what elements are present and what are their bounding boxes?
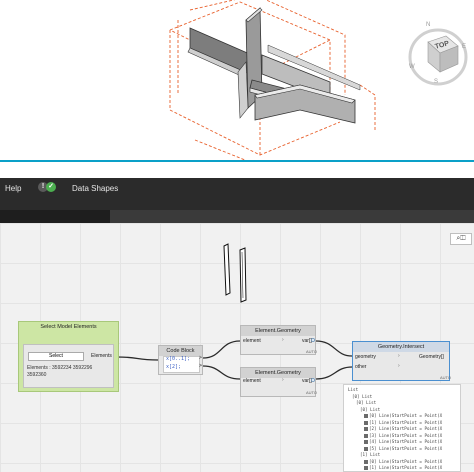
watch-line-text: List	[348, 387, 359, 392]
background-preview-geometry	[223, 243, 247, 303]
watch-line-text: [1] Line(StartPoint = Point(X	[369, 419, 443, 425]
watch-line-text: [0] Line(StartPoint = Point(X	[369, 413, 443, 418]
list-item-marker-icon	[364, 433, 368, 438]
watch-line-text: [5] Line(StartPoint = Point(X	[369, 445, 443, 451]
watch-list-line: [0] Line(StartPoint = Point(X	[364, 413, 442, 418]
watch-list-line: [0] List	[352, 394, 372, 399]
watch-list-line: [5] Line(StartPoint = Point(X	[364, 446, 442, 451]
watch-line-text: [4] Line(StartPoint = Point(X	[369, 439, 443, 444]
node-title[interactable]: Element.Geometry	[241, 368, 315, 378]
output-port-2[interactable]: >	[199, 363, 202, 369]
code-line-2[interactable]: x[2];	[166, 364, 181, 370]
watch-line-text: [1] List	[360, 452, 381, 457]
watch-list-line: [1] Line(StartPoint = Point(X	[364, 420, 442, 425]
watch-list-line: [0] List	[360, 407, 380, 412]
watch-list-line: [0] Line(StartPoint = Point(X	[364, 459, 442, 464]
watch-line-text: [0] List	[356, 400, 377, 405]
input-port-element[interactable]: element	[243, 378, 261, 384]
node-title[interactable]: Code Block	[159, 346, 202, 356]
node-title[interactable]: Geometry.Intersect	[353, 342, 449, 352]
watch-list-line: [1] Line(StartPoint = Point(X	[364, 465, 442, 470]
list-item-marker-icon	[364, 459, 368, 464]
port-connector-icon[interactable]	[311, 338, 315, 342]
watch-line-text: [0] List	[360, 406, 381, 412]
select-button[interactable]: Select	[28, 352, 84, 361]
chevron-right-icon: ›	[398, 363, 400, 369]
list-item-marker-icon	[364, 414, 368, 418]
watch-list-line: [4] Line(StartPoint = Point(X	[364, 439, 442, 444]
node-geometry-intersect[interactable]: Geometry.Intersect	[352, 341, 450, 381]
chevron-right-icon: ›	[282, 377, 284, 383]
list-item-marker-icon	[364, 427, 368, 431]
watch-list-line: [1] List	[360, 452, 380, 457]
lacing-label: AUTO	[306, 390, 318, 395]
selected-elements-label: Elements : 3592234 3592296	[27, 365, 93, 371]
chevron-right-icon: ›	[282, 337, 284, 343]
list-item-marker-icon	[364, 440, 368, 444]
output-port-geometry[interactable]: Geometry[]	[419, 354, 444, 360]
node-preview-watch[interactable]: List [0] List [0] List [0] List [0] Line(Sta…	[343, 384, 461, 472]
output-port-elements[interactable]: Elements	[91, 353, 112, 359]
output-port-1[interactable]: >	[199, 355, 202, 361]
node-title[interactable]: Select Model Elements	[19, 322, 118, 332]
selected-elements-label-2: 3592360	[27, 372, 47, 378]
chevron-right-icon: ›	[398, 353, 400, 359]
watch-list-line: [2] Line(StartPoint = Point(X	[364, 426, 442, 431]
node-title[interactable]: Element.Geometry	[241, 326, 315, 336]
input-port-geometry[interactable]: geometry	[355, 354, 376, 360]
code-line-1[interactable]: x[0..1];	[166, 356, 190, 362]
watch-line-text: [0] List	[352, 393, 373, 399]
watch-list-line: [3] Line(StartPoint = Point(X	[364, 433, 442, 438]
list-item-marker-icon	[364, 466, 368, 470]
lacing-label: AUTO	[440, 375, 452, 380]
list-item-marker-icon	[364, 446, 368, 451]
watch-line-text: [3] Line(StartPoint = Point(X	[369, 432, 443, 438]
background-preview-toggle-button[interactable]: ⌕◫	[450, 233, 472, 245]
input-port-element[interactable]: element	[243, 338, 261, 344]
watch-line-text: [2] Line(StartPoint = Point(X	[369, 426, 443, 431]
list-item-marker-icon	[364, 420, 368, 425]
watch-line-text: [1] Line(StartPoint = Point(X	[369, 465, 443, 470]
watch-list-line: List	[348, 387, 358, 392]
watch-list-line: [0] List	[356, 400, 376, 405]
port-connector-icon[interactable]	[311, 378, 315, 382]
lacing-label: AUTO	[306, 349, 318, 354]
input-port-other[interactable]: other	[355, 364, 366, 370]
watch-line-text: [0] Line(StartPoint = Point(X	[369, 458, 443, 464]
